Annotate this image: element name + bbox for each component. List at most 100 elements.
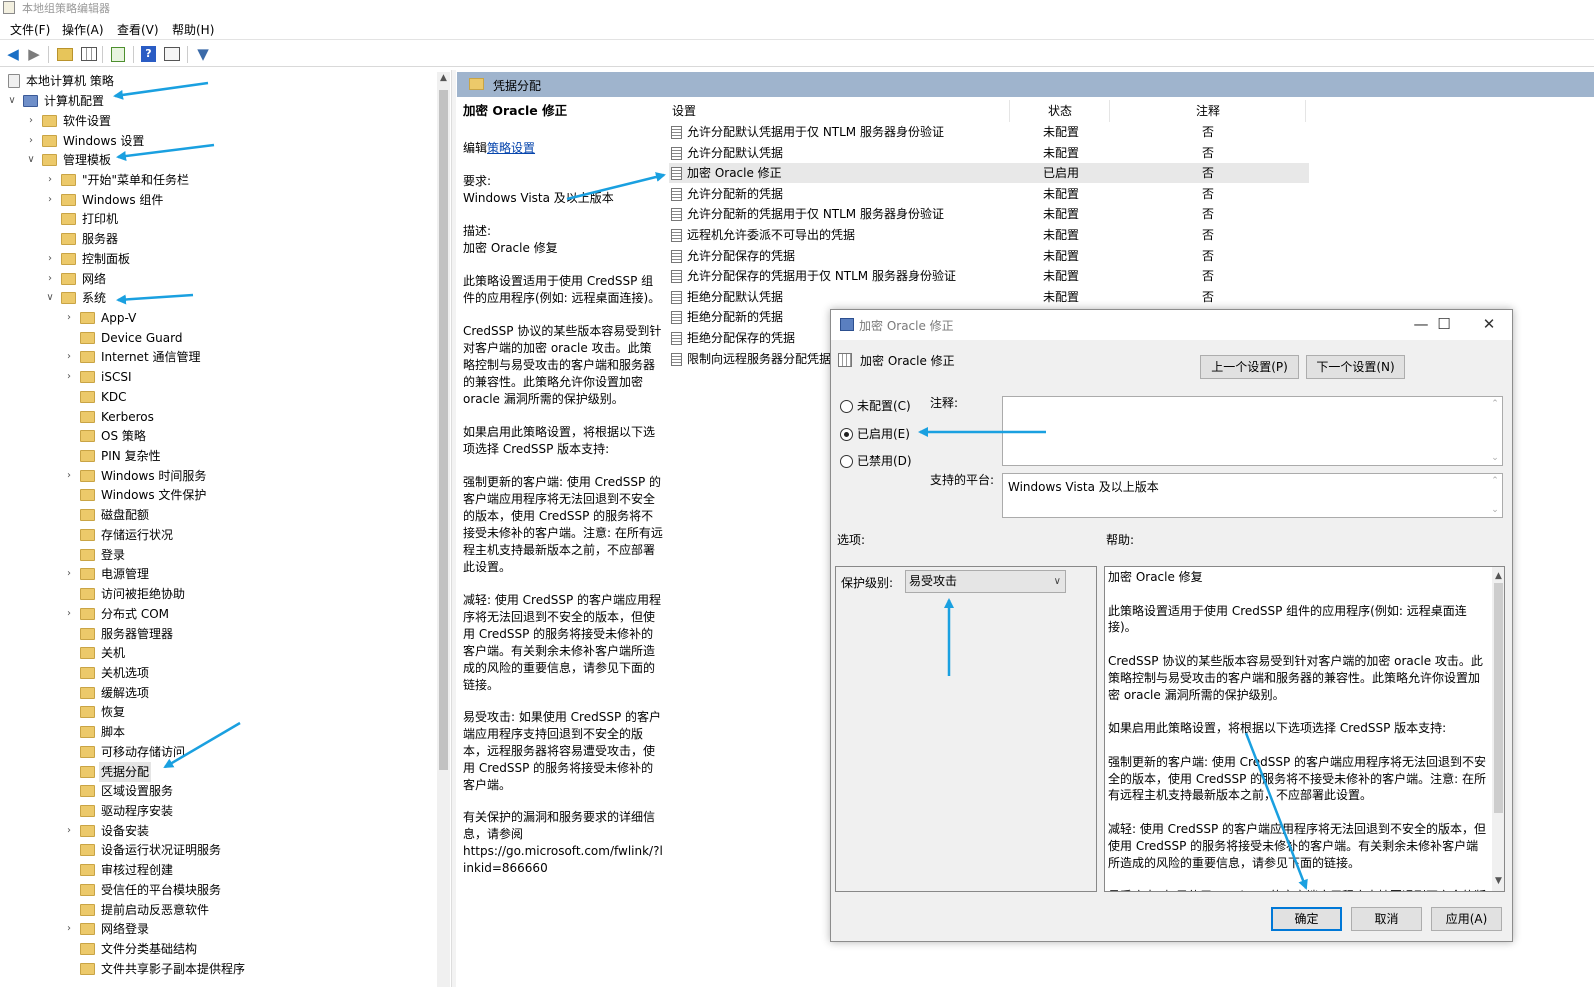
column-note[interactable]: 注释	[1196, 102, 1220, 122]
edit-policy-link[interactable]: 策略设置	[487, 141, 535, 155]
scroll-up-icon[interactable]: ⌃	[1488, 399, 1502, 409]
policy-row[interactable]: 限制向远程服务器分配凭据	[669, 349, 831, 369]
back-arrow-icon[interactable]: ◀	[4, 45, 22, 63]
tree-system-label: 系统	[82, 291, 107, 305]
folder-icon	[80, 824, 95, 837]
chevron-right-icon[interactable]: ›	[45, 269, 55, 289]
folder-icon	[80, 785, 95, 798]
chevron-right-icon[interactable]: ›	[64, 564, 74, 584]
help-scroll-thumb[interactable]	[1494, 583, 1503, 813]
protection-level-value: 易受攻击	[909, 574, 958, 588]
chevron-right-icon[interactable]: ›	[64, 347, 74, 367]
menu-action[interactable]: 操作(A)	[62, 21, 104, 38]
policy-row[interactable]: 允许分配新的凭据用于仅 NTLM 服务器身份验证 未配置 否	[669, 204, 1309, 224]
scroll-down-icon[interactable]: ⌄	[1488, 505, 1502, 515]
tree-scrollbar[interactable]: ▲	[437, 72, 450, 987]
chevron-right-icon[interactable]: ›	[64, 466, 74, 486]
tree-node-label: "开始"菜单和任务栏	[82, 173, 190, 187]
scroll-down-icon[interactable]: ▼	[1492, 873, 1504, 890]
column-state[interactable]: 状态	[1048, 102, 1072, 122]
chevron-right-icon[interactable]: ›	[26, 131, 36, 151]
column-separator[interactable]	[1009, 100, 1010, 122]
up-folder-icon[interactable]	[57, 48, 73, 61]
chevron-right-icon[interactable]: ›	[64, 367, 74, 387]
desc-link-url[interactable]: https://go.microsoft.com/fwlink/?linkid=…	[463, 843, 663, 877]
column-separator[interactable]	[1305, 100, 1306, 122]
column-separator[interactable]	[1109, 100, 1110, 122]
chevron-down-icon[interactable]: ∨	[45, 288, 55, 308]
chevron-down-icon[interactable]: ∨	[26, 150, 36, 170]
menu-view[interactable]: 查看(V)	[117, 21, 159, 38]
policy-row[interactable]: 拒绝分配默认凭据 未配置 否	[669, 287, 1309, 307]
prev-setting-button[interactable]: 上一个设置(P)	[1200, 355, 1299, 379]
tree-scroll-thumb[interactable]	[439, 90, 448, 770]
scroll-up-icon[interactable]: ▲	[437, 73, 450, 83]
comment-scrollbar[interactable]: ⌃ ⌄	[1488, 397, 1502, 465]
policy-note: 否	[1202, 228, 1215, 242]
policy-row[interactable]: 允许分配默认凭据 未配置 否	[669, 143, 1309, 163]
scroll-up-icon[interactable]: ⌃	[1488, 476, 1502, 486]
next-setting-button[interactable]: 下一个设置(N)	[1306, 355, 1405, 379]
scroll-down-icon[interactable]: ⌄	[1488, 453, 1502, 463]
chevron-right-icon[interactable]: ›	[45, 170, 55, 190]
radio-disabled-label: 已禁用(D)	[857, 454, 912, 468]
desc-description: 描述: 加密 Oracle 修复	[463, 223, 663, 257]
policy-row-selected[interactable]: 加密 Oracle 修正 已启用 否	[669, 163, 1309, 184]
tree-node-label: 审核过程创建	[101, 863, 174, 878]
chevron-right-icon[interactable]: ›	[64, 821, 74, 841]
policy-row[interactable]: 拒绝分配保存的凭据	[669, 328, 829, 348]
help-paragraph: 加密 Oracle 修复	[1108, 570, 1203, 584]
chevron-right-icon[interactable]: ›	[64, 604, 74, 624]
forward-arrow-icon[interactable]: ▶	[25, 45, 43, 63]
chevron-down-icon[interactable]: ∨	[7, 91, 17, 111]
tree-node-label: 网络	[82, 271, 107, 286]
folder-open-icon	[42, 154, 57, 166]
policy-icon	[840, 318, 854, 331]
chevron-right-icon[interactable]: ›	[64, 919, 74, 939]
maximize-icon[interactable]: ☐	[1434, 314, 1454, 334]
comment-textarea[interactable]: ⌃ ⌄	[1002, 396, 1503, 466]
radio-circle[interactable]	[840, 400, 853, 413]
policy-row[interactable]: 允许分配新的凭据 未配置 否	[669, 184, 1309, 204]
ok-button[interactable]: 确定	[1271, 907, 1342, 931]
properties-icon[interactable]	[164, 47, 180, 61]
chevron-right-icon[interactable]: ›	[45, 249, 55, 269]
show-hide-tree-icon[interactable]	[81, 47, 97, 61]
minimize-icon[interactable]: —	[1411, 314, 1431, 334]
policy-row[interactable]: 拒绝分配新的凭据	[669, 307, 829, 327]
desc-desc-value: 加密 Oracle 修复	[463, 241, 558, 255]
help-label: 帮助:	[1106, 533, 1135, 547]
policy-row[interactable]: 允许分配默认凭据用于仅 NTLM 服务器身份验证 未配置 否	[669, 122, 1309, 142]
close-icon[interactable]: ✕	[1479, 314, 1499, 334]
tree-node-label: Windows 时间服务	[101, 468, 207, 483]
chevron-down-icon[interactable]: ∨	[1054, 571, 1061, 592]
export-list-icon[interactable]	[111, 47, 125, 62]
chevron-right-icon[interactable]: ›	[64, 308, 74, 328]
protection-level-select[interactable]: 易受攻击 ∨	[905, 570, 1066, 593]
menu-help[interactable]: 帮助(H)	[172, 21, 214, 38]
help-icon[interactable]: ?	[141, 46, 156, 62]
help-scrollbar[interactable]: ▲ ▼	[1492, 567, 1504, 891]
protection-level-label: 保护级别:	[841, 576, 894, 590]
cancel-button[interactable]: 取消	[1351, 907, 1422, 931]
toolbar-separator	[102, 46, 103, 63]
chevron-right-icon[interactable]: ›	[26, 111, 36, 131]
folder-icon	[80, 371, 95, 384]
column-setting[interactable]: 设置	[672, 102, 696, 122]
chevron-right-icon[interactable]: ›	[45, 190, 55, 210]
folder-icon	[61, 252, 76, 265]
radio-circle-checked[interactable]	[840, 428, 853, 441]
policy-row[interactable]: 允许分配保存的凭据用于仅 NTLM 服务器身份验证 未配置 否	[669, 266, 1309, 286]
help-paragraph: CredSSP 协议的某些版本容易受到针对客户端的加密 oracle 攻击。此策…	[1108, 653, 1483, 702]
desc-paragraph-1: 此策略设置适用于使用 CredSSP 组件的应用程序(例如: 远程桌面连接)。	[463, 274, 661, 305]
filter-icon[interactable]: ▼	[194, 45, 212, 63]
apply-button[interactable]: 应用(A)	[1431, 907, 1502, 931]
policy-row[interactable]: 允许分配保存的凭据 未配置 否	[669, 246, 1309, 266]
menu-file[interactable]: 文件(F)	[10, 21, 50, 38]
platform-scrollbar[interactable]: ⌃ ⌄	[1488, 474, 1502, 517]
window-title: 本地组策略编辑器	[22, 2, 110, 15]
tree-windows-settings-label: Windows 设置	[63, 134, 145, 148]
policy-row[interactable]: 远程机允许委派不可导出的凭据 未配置 否	[669, 225, 1309, 245]
radio-circle[interactable]	[840, 455, 853, 468]
pane-splitter[interactable]	[451, 70, 456, 987]
